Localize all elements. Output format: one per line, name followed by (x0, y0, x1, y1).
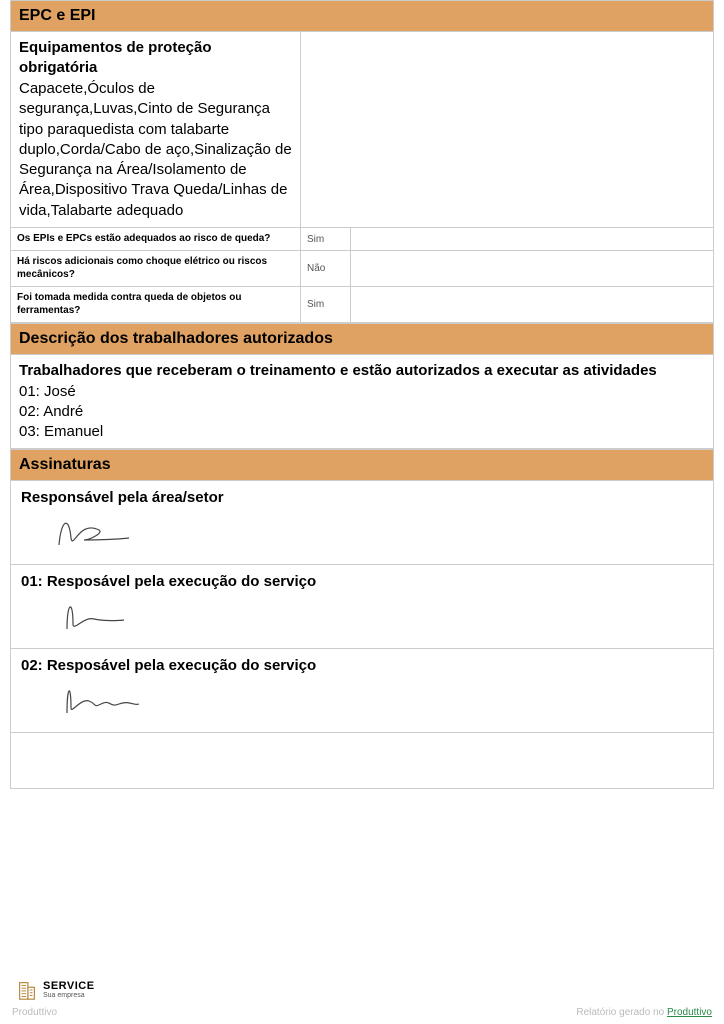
qa-row: Há riscos adicionais como choque elétric… (10, 251, 714, 287)
qa-row: Os EPIs e EPCs estão adequados ao risco … (10, 228, 714, 252)
qa-question: Os EPIs e EPCs estão adequados ao risco … (11, 228, 301, 251)
worker-line: 02: André (19, 402, 705, 422)
epc-equip-title: Equipamentos de proteção obrigatória (19, 38, 292, 77)
worker-line: 01: José (19, 382, 705, 402)
workers-block: Trabalhadores que receberam o treinament… (10, 355, 714, 449)
footer-right-prefix: Relatório gerado no (576, 1007, 667, 1018)
footer-right: Relatório gerado no Produttivo (576, 1007, 712, 1018)
qa-question: Foi tomada medida contra queda de objeto… (11, 287, 301, 322)
signature-title: 01: Resposável pela execução do serviço (21, 573, 703, 590)
workers-title: Trabalhadores que receberam o treinament… (19, 361, 705, 381)
qa-answer: Sim (301, 287, 351, 322)
epc-block: Equipamentos de proteção obrigatória Cap… (10, 32, 714, 228)
building-icon (16, 979, 38, 1001)
signature-scribble (49, 510, 703, 552)
signature-title: 02: Resposável pela execução do serviço (21, 657, 703, 674)
qa-question: Há riscos adicionais como choque elétric… (11, 251, 301, 286)
footer-left: Produttivo (12, 1007, 57, 1018)
footer: SERVICE Sua empresa Produttivo Relatório… (10, 979, 714, 1018)
footer-logo-big: SERVICE (43, 981, 95, 992)
section-header-signatures: Assinaturas (10, 449, 714, 481)
qa-answer: Não (301, 251, 351, 286)
signature-block: Responsável pela área/setor (10, 481, 714, 565)
qa-row: Foi tomada medida contra queda de objeto… (10, 287, 714, 323)
footer-logo: SERVICE Sua empresa (16, 979, 714, 1001)
footer-link[interactable]: Produttivo (667, 1007, 712, 1018)
empty-block (10, 733, 714, 789)
epc-equip-body: Capacete,Óculos de segurança,Luvas,Cinto… (19, 79, 292, 221)
signature-scribble (49, 678, 703, 720)
footer-logo-small: Sua empresa (43, 992, 95, 999)
section-header-epc: EPC e EPI (10, 0, 714, 32)
worker-line: 03: Emanuel (19, 422, 705, 442)
qa-answer: Sim (301, 228, 351, 251)
section-header-workers: Descrição dos trabalhadores autorizados (10, 323, 714, 355)
signature-block: 02: Resposável pela execução do serviço (10, 649, 714, 733)
signature-title: Responsável pela área/setor (21, 489, 703, 506)
signature-scribble (49, 594, 703, 636)
signature-block: 01: Resposável pela execução do serviço (10, 565, 714, 649)
